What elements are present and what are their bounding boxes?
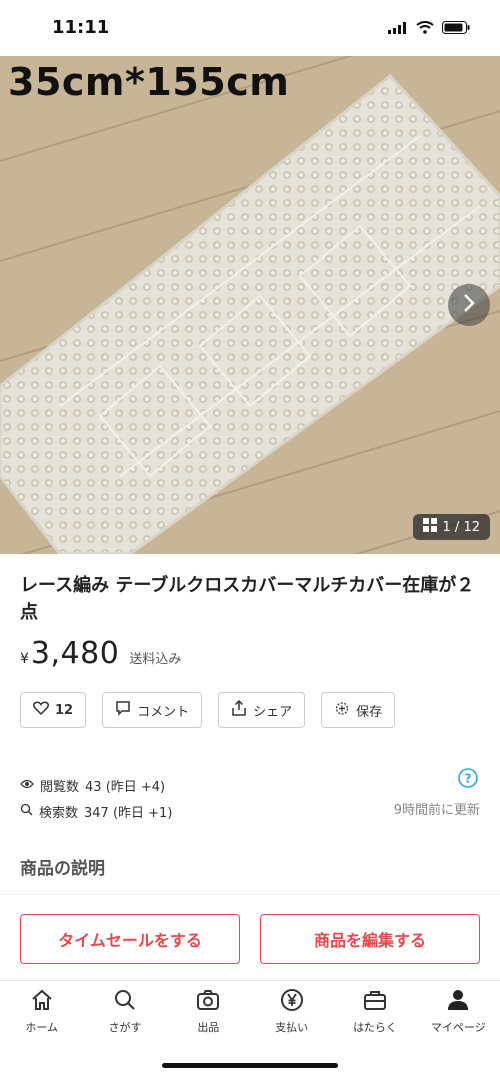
product-image[interactable]: 35cm*155cm 1 / 12 (0, 56, 500, 554)
tab-mypage[interactable]: マイページ (417, 981, 500, 1039)
heart-icon (32, 701, 50, 719)
signal-icon (388, 19, 408, 38)
views-label: 閲覧数 (40, 779, 80, 795)
product-photo (0, 56, 500, 554)
search-small-icon (20, 803, 33, 820)
chevron-right-icon (462, 293, 476, 317)
person-icon (446, 988, 470, 1015)
battery-icon (442, 19, 470, 38)
action-buttons: 12 コメント シェア 保存 (20, 692, 396, 728)
comment-button[interactable]: コメント (102, 692, 203, 728)
tab-search-label: さがす (108, 1021, 142, 1034)
price-symbol: ¥ (20, 651, 29, 667)
status-bar: 11:11 (0, 0, 500, 56)
status-time: 11:11 (52, 17, 110, 38)
bottom-tab-bar: ホーム さがす 出品 支払い はたらく マイページ (0, 980, 500, 1080)
eye-icon (20, 778, 34, 793)
save-button[interactable]: 保存 (321, 692, 396, 728)
edit-item-button[interactable]: 商品を編集する (260, 914, 480, 964)
tab-work-label: はたらく (353, 1021, 397, 1034)
briefcase-icon (363, 988, 387, 1015)
search-count-label: 検索数 (39, 805, 79, 821)
image-caption: 35cm*155cm (8, 60, 290, 104)
tab-sell[interactable]: 出品 (167, 981, 250, 1039)
search-count-value: 347 (昨日 +1) (84, 805, 173, 821)
camera-icon (196, 988, 220, 1015)
comment-icon (115, 700, 131, 720)
next-image-button[interactable] (448, 284, 490, 326)
image-counter-text: 1 / 12 (442, 519, 480, 535)
like-button[interactable]: 12 (20, 692, 87, 728)
tab-search[interactable]: さがす (83, 981, 166, 1039)
tab-sell-label: 出品 (197, 1021, 220, 1034)
views-value: 43 (昨日 +4) (85, 779, 166, 795)
wifi-icon (416, 19, 434, 38)
status-icons (388, 19, 470, 38)
yen-icon (280, 988, 304, 1015)
tab-payment[interactable]: 支払い (250, 981, 333, 1039)
tab-home-label: ホーム (25, 1021, 58, 1034)
help-icon[interactable]: ? (458, 768, 478, 792)
svg-text:?: ? (465, 772, 472, 786)
save-icon (334, 700, 350, 720)
tab-home[interactable]: ホーム (0, 981, 83, 1039)
share-button[interactable]: シェア (218, 692, 306, 728)
cta-buttons: タイムセールをする 商品を編集する (20, 914, 480, 964)
tab-payment-label: 支払い (275, 1021, 309, 1034)
save-label: 保存 (356, 704, 383, 720)
like-count: 12 (55, 702, 74, 718)
views-row: 閲覧数 43 (昨日 +4) (20, 772, 480, 798)
updated-time: 9時間前に更新 (393, 803, 480, 818)
description-title: 商品の説明 (20, 859, 105, 879)
timesale-button[interactable]: タイムセールをする (20, 914, 240, 964)
search-icon (113, 988, 137, 1015)
comment-label: コメント (137, 704, 190, 720)
item-stats: 閲覧数 43 (昨日 +4) 検索数 347 (昨日 +1) ? 9時間前に更新 (20, 768, 480, 824)
product-title: レース編み テーブルクロスカバーマルチカバー在庫が２点 (20, 575, 475, 623)
divider (0, 894, 500, 895)
tab-mypage-label: マイページ (430, 1021, 486, 1034)
price: ¥ 3,480 送料込み (20, 636, 181, 671)
shipping-note: 送料込み (129, 652, 182, 667)
tab-work[interactable]: はたらく (333, 981, 416, 1039)
share-icon (231, 699, 247, 720)
price-value: 3,480 (30, 636, 120, 671)
home-icon (30, 988, 54, 1015)
share-label: シェア (253, 704, 293, 720)
home-indicator (162, 1063, 338, 1068)
grid-icon (422, 518, 437, 536)
image-counter[interactable]: 1 / 12 (412, 514, 490, 540)
